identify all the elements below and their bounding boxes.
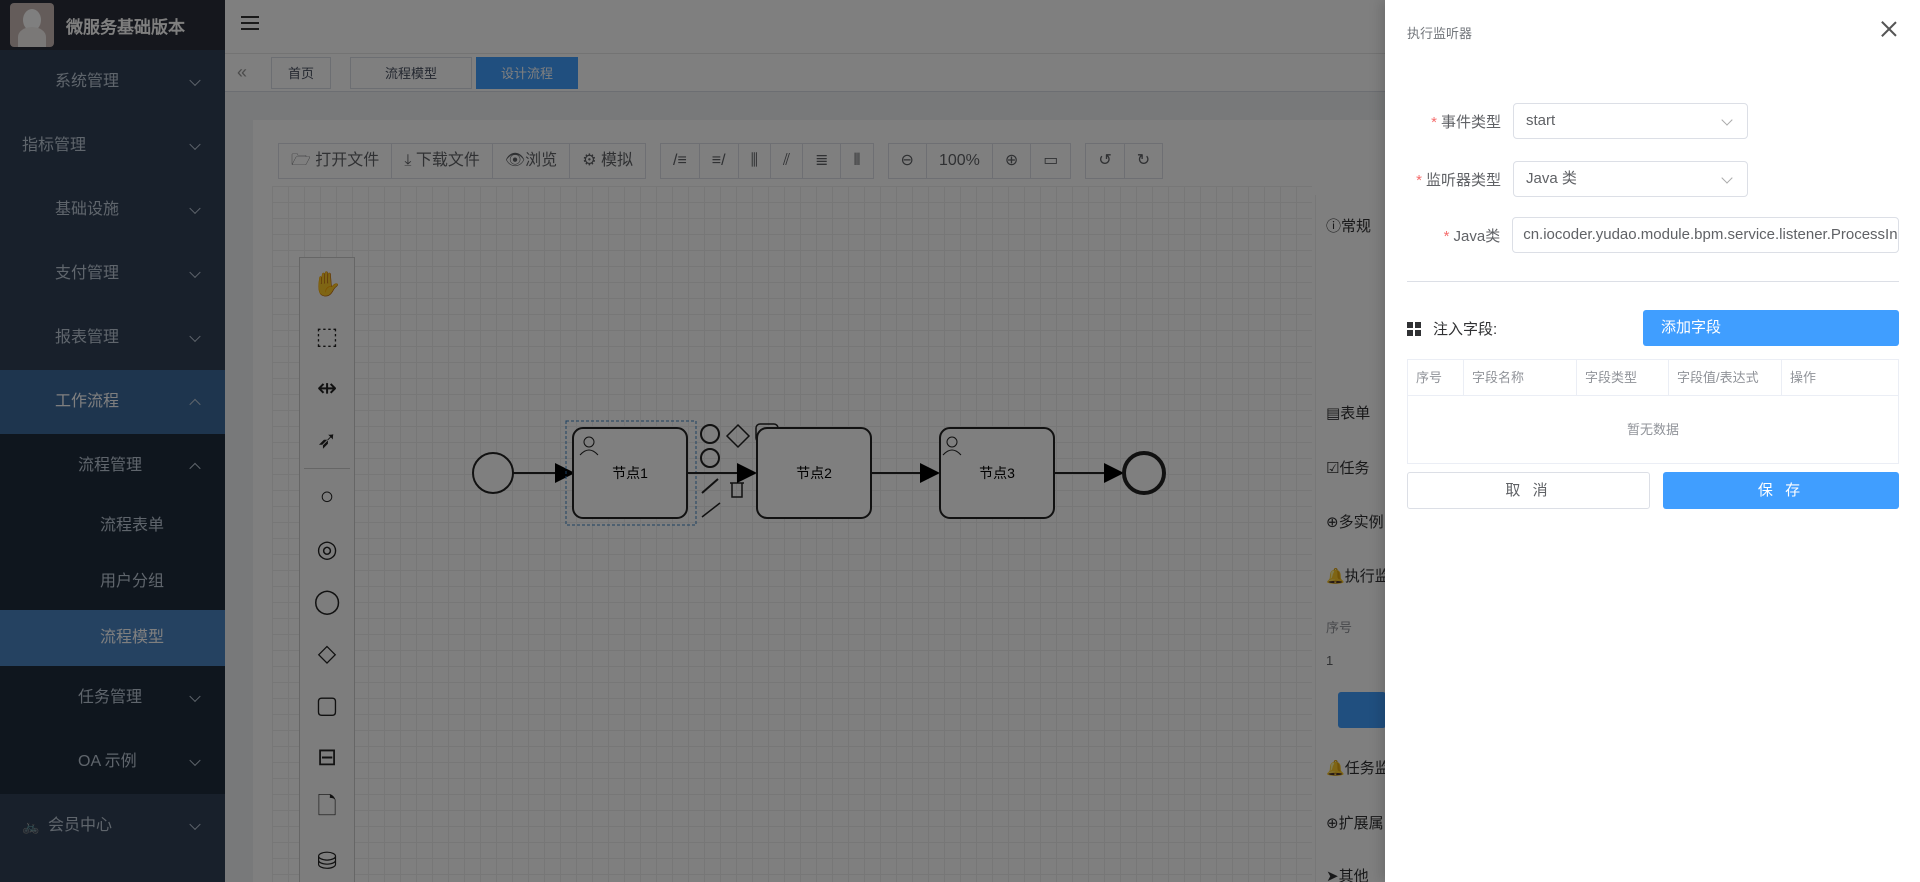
listener-type-select[interactable]: Java 类 [1513,161,1748,197]
grid-icon [1407,321,1421,336]
fields-table: 序号 字段名称 字段类型 字段值/表达式 操作 暂无数据 [1407,359,1899,464]
inject-fields-label: 注入字段: [1433,321,1498,338]
modal-overlay[interactable] [0,0,1385,882]
required-mark: * [1416,171,1422,189]
column-actions: 操作 [1790,370,1817,385]
close-icon[interactable] [1878,18,1900,40]
add-field-button[interactable]: 添加字段 [1643,310,1899,346]
java-class-row: * Java类 cn.iocoder.yudao.module.bpm.servi… [1407,217,1899,253]
cancel-button[interactable]: 取 消 [1407,472,1650,509]
empty-table-text: 暂无数据 [1626,422,1679,437]
listener-type-label: 监听器类型 [1425,171,1501,189]
listener-type-value: Java 类 [1526,170,1577,187]
required-mark: * [1443,227,1450,245]
column-index: 序号 [1408,360,1464,395]
drawer-title: 执行监听器 [1407,26,1473,41]
event-type-select[interactable]: start [1513,103,1748,139]
listener-drawer: 执行监听器 * 事件类型 start * 监听器类型 Java 类 * Java类 c… [1385,0,1920,882]
drawer-divider [1407,281,1899,282]
inject-fields-heading: 注入字段: [1407,318,1497,339]
event-type-label: 事件类型 [1440,113,1501,131]
column-field-value: 字段值/表达式 [1669,360,1782,395]
save-button[interactable]: 保 存 [1663,472,1899,509]
java-class-label: Java类 [1453,227,1501,245]
fields-table-header: 序号 字段名称 字段类型 字段值/表达式 操作 [1408,360,1898,396]
listener-type-label-wrap: * 监听器类型 [1407,169,1513,190]
column-field-type: 字段类型 [1577,360,1669,395]
java-class-input[interactable]: cn.iocoder.yudao.module.bpm.service.list… [1512,217,1899,253]
required-mark: * [1431,113,1437,131]
event-type-label-wrap: * 事件类型 [1407,111,1513,132]
column-field-name: 字段名称 [1464,360,1577,395]
event-type-row: * 事件类型 start [1407,103,1899,139]
listener-type-row: * 监听器类型 Java 类 [1407,161,1899,197]
event-type-value: start [1526,112,1556,129]
java-class-label-wrap: * Java类 [1407,225,1512,246]
app-root: 微服务基础版本 系统管理 指标管理 基础设施 支付管理 报表管理 工作流程 流程… [0,0,1920,882]
